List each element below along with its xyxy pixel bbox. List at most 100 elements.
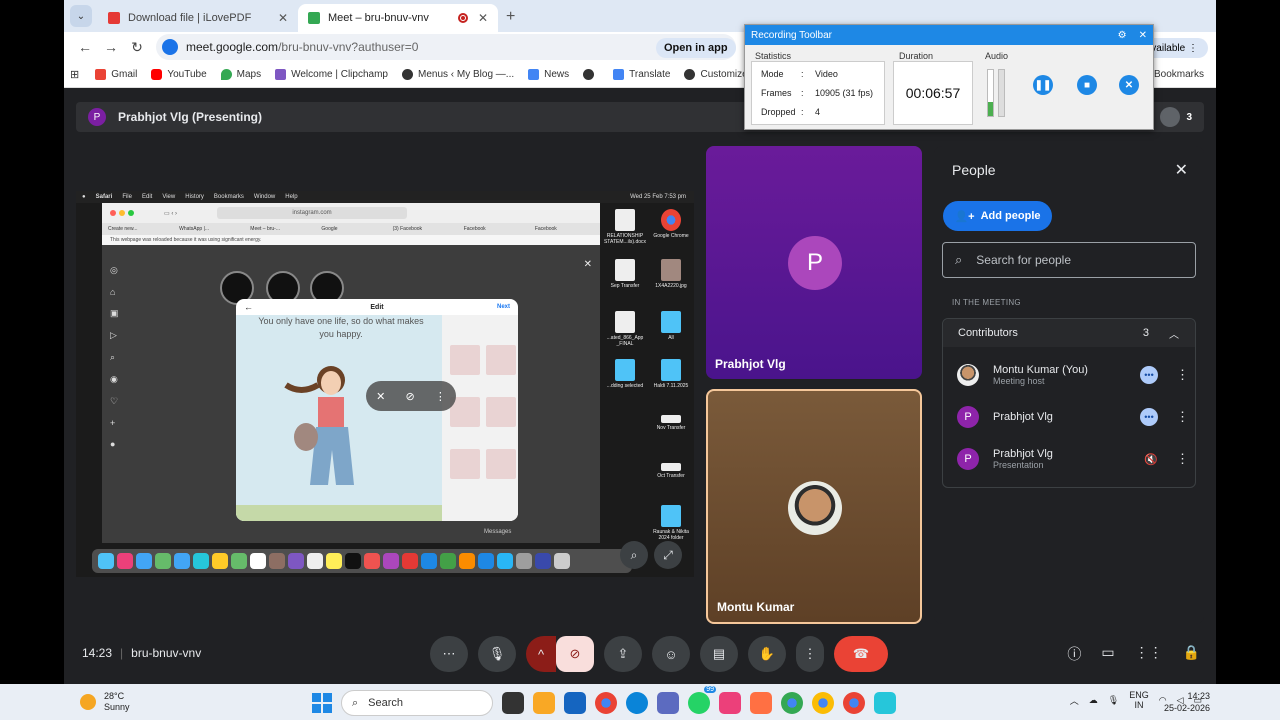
desktop-icon: ...dding selected	[602, 359, 648, 389]
forward-button[interactable]: →	[98, 39, 124, 55]
apps-grid-icon[interactable]: ⊞	[70, 68, 79, 81]
chrome-icon[interactable]	[595, 692, 617, 714]
teams-icon[interactable]	[657, 692, 679, 714]
task-view-icon[interactable]	[502, 692, 524, 714]
pause-recording-button[interactable]: ❚❚	[1033, 75, 1053, 95]
taskbar-clock[interactable]: 14:23 25-02-2026	[1164, 690, 1210, 714]
edge-icon[interactable]	[626, 692, 648, 714]
participant-count-label: 3	[1186, 111, 1192, 123]
stat-colon: :	[801, 107, 804, 117]
more-actions-button[interactable]: ⋯	[430, 636, 468, 672]
stat-colon: :	[801, 69, 804, 79]
stat-value: 4	[815, 107, 821, 117]
app-icon[interactable]	[874, 692, 896, 714]
more-options-icon[interactable]: ⋮	[1176, 409, 1189, 425]
participant-tile-montu[interactable]: Montu Kumar	[706, 389, 922, 624]
mic-button[interactable]: 🎙	[478, 636, 516, 672]
all-bookmarks-button[interactable]: ll Bookmarks	[1147, 69, 1204, 80]
close-tab-icon[interactable]: ✕	[278, 11, 288, 25]
cloud-icon[interactable]: ☁	[1089, 695, 1098, 706]
gmail-icon	[95, 69, 107, 80]
audio-meter	[985, 61, 1009, 121]
whatsapp-icon[interactable]: 99	[688, 686, 716, 714]
raise-hand-button[interactable]: ✋	[748, 636, 786, 672]
participant-count[interactable]: 3	[1160, 107, 1192, 127]
open-in-app-button[interactable]: Open in app	[656, 38, 736, 58]
fullscreen-icon[interactable]: ⤢	[654, 541, 682, 569]
bookmark-clipchamp[interactable]: Welcome | Clipchamp	[275, 69, 388, 80]
close-panel-icon[interactable]: ✕	[1175, 160, 1188, 180]
maps-icon	[220, 69, 232, 80]
camera-options-button[interactable]: ^	[526, 636, 556, 672]
windows-start-icon[interactable]	[312, 693, 332, 713]
info-icon[interactable]: ⓘ	[1067, 644, 1081, 664]
shared-screen: ● Safari File Edit View History Bookmark…	[76, 191, 694, 577]
tab-meet[interactable]: Meet – bru-bnuv-vnv ✕	[298, 4, 498, 32]
site-info-icon[interactable]	[162, 39, 178, 55]
bookmark-translate[interactable]: Translate	[613, 69, 670, 80]
reload-button[interactable]: ↻	[124, 39, 150, 56]
bookmark-youtube[interactable]: YouTube	[151, 69, 207, 80]
host-controls-icon[interactable]: 🔒	[1183, 644, 1200, 664]
people-search-input[interactable]: ⌕ Search for people	[942, 242, 1196, 278]
statistics-label: Statistics	[755, 51, 792, 61]
chrome-profile-icon[interactable]	[812, 692, 834, 714]
filter-panel	[442, 315, 518, 521]
avatar: P	[957, 406, 979, 428]
close-icon[interactable]: ✕	[1139, 30, 1147, 41]
new-tab-button[interactable]: +	[506, 8, 515, 26]
file-explorer-icon[interactable]	[533, 692, 555, 714]
heart-icon: ♡	[110, 396, 119, 406]
bookmark-unnamed[interactable]	[583, 69, 599, 80]
tab-search-button[interactable]: ⌄	[70, 5, 92, 27]
back-button[interactable]: ←	[72, 39, 98, 55]
add-people-button[interactable]: 👤+ Add people	[943, 201, 1052, 231]
cancel-recording-button[interactable]: ✕	[1119, 75, 1139, 95]
participant-tile-prabhjot[interactable]: P Prabhjot Vlg	[706, 146, 922, 379]
safari-tab: WhatsApp |...	[179, 226, 210, 232]
gear-icon[interactable]: ⚙	[1118, 30, 1127, 41]
present-button[interactable]: ⇪	[604, 636, 642, 672]
language-indicator[interactable]: ENG IN	[1129, 690, 1149, 710]
avatar	[957, 364, 979, 386]
contributors-header[interactable]: Contributors 3 ︿	[943, 319, 1195, 347]
person-name: Montu Kumar (You)	[993, 364, 1088, 376]
emoji-button[interactable]: ☺	[652, 636, 690, 672]
stop-recording-button[interactable]: ■	[1077, 75, 1097, 95]
photos-icon[interactable]	[750, 692, 772, 714]
captions-button[interactable]: ▤	[700, 636, 738, 672]
more-options-button[interactable]: ⋮	[796, 636, 824, 672]
zoom-icon[interactable]: ⌕	[620, 541, 648, 569]
chrome-profile-icon[interactable]	[781, 692, 803, 714]
more-options-icon[interactable]: ⋮	[1176, 451, 1189, 467]
weather-widget[interactable]: 28°C Sunny	[80, 691, 130, 713]
url-input[interactable]: meet.google.com/bru-bnuv-vnv?authuser=0	[156, 34, 736, 60]
activities-icon[interactable]: ⋮⋮	[1135, 644, 1163, 664]
bookmark-news[interactable]: News	[528, 69, 569, 80]
instagram-icon: ◎	[110, 265, 118, 275]
copilot-icon[interactable]	[719, 692, 741, 714]
close-tab-icon[interactable]: ✕	[478, 11, 488, 25]
chrome-profile-icon[interactable]	[843, 692, 865, 714]
tab-ilovepdf[interactable]: Download file | iLovePDF ✕	[98, 4, 298, 32]
edit-title: Edit	[370, 303, 384, 311]
stat-value: Video	[815, 69, 838, 79]
recording-toolbar-titlebar: Recording Toolbar ⚙ ✕	[745, 25, 1153, 45]
mic-icon[interactable]: 🎙	[1108, 695, 1119, 706]
desktop-icon: 1X4A2220.jpg	[648, 259, 694, 289]
desktop-icon: Nov Transfer	[648, 415, 694, 431]
plus-icon: +	[110, 418, 116, 428]
chat-icon[interactable]: ▭	[1101, 644, 1114, 664]
more-options-icon[interactable]: ⋮	[1176, 367, 1189, 383]
camera-off-button[interactable]: ⊘	[556, 636, 594, 672]
youtube-icon	[151, 69, 163, 80]
bookmark-menus[interactable]: Menus ‹ My Blog —...	[401, 69, 514, 80]
store-icon[interactable]	[564, 692, 586, 714]
show-hidden-icons[interactable]: ︿	[1070, 694, 1079, 707]
end-call-button[interactable]: ☎	[834, 636, 888, 672]
bookmark-maps[interactable]: Maps	[220, 69, 261, 80]
bookmark-label: News	[544, 69, 570, 80]
desktop-icon: Google Chrome	[648, 209, 694, 239]
bookmark-gmail[interactable]: Gmail	[95, 69, 137, 80]
taskbar-search[interactable]: ⌕ Search	[341, 690, 493, 716]
